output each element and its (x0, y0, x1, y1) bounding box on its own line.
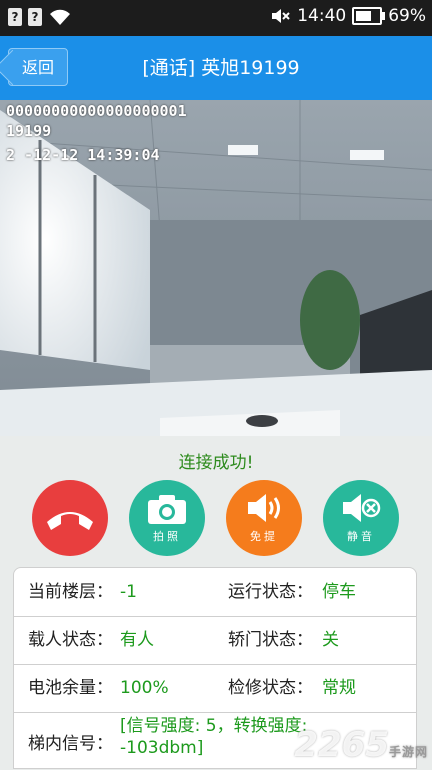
status-bar: ? ? 14:40 69% (0, 0, 432, 36)
battery-percent: 69% (388, 6, 426, 26)
battery-label: 电池余量： (28, 678, 113, 698)
osd-device-id: 00000000000000000001 (6, 102, 187, 120)
osd-timestamp: 2 -12-12 14:39:04 (6, 146, 160, 164)
floor-label: 当前楼层： (28, 582, 113, 602)
speaker-button[interactable]: 免提 (226, 480, 302, 556)
video-feed: 00000000000000000001 19199 2 -12-12 14:3… (0, 100, 432, 436)
wifi-icon (50, 9, 70, 25)
battery-value: 100% (120, 678, 169, 698)
hangup-button[interactable] (32, 480, 108, 556)
watermark-brand: 2265 (294, 725, 389, 765)
run-status-label: 运行状态： (228, 582, 313, 602)
info-row-battery: 电池余量： 100% 检修状态： 常规 (14, 664, 416, 713)
connection-status: 连接成功! (178, 453, 254, 473)
back-button-label: 返回 (21, 58, 54, 77)
speaker-icon (248, 494, 280, 522)
load-label: 载人状态： (28, 630, 113, 650)
signal-label: 梯内信号： (28, 734, 113, 754)
mute-button[interactable]: 静音 (323, 480, 399, 556)
info-row-load: 载人状态： 有人 轿门状态： 关 (14, 616, 416, 665)
site-watermark: 2265手游网 (294, 725, 428, 765)
door-status-label: 轿门状态： (228, 630, 313, 650)
phone-hangup-icon (47, 512, 93, 530)
camera-icon (148, 495, 186, 524)
floor-value: -1 (120, 582, 137, 602)
watermark-sub: 手游网 (388, 745, 428, 759)
maint-status-label: 检修状态： (228, 678, 313, 698)
osd-unit: 19199 (6, 122, 52, 140)
battery-icon (352, 7, 386, 25)
photo-label: 拍照 (153, 530, 181, 543)
title-bar: [通话] 英旭19199 返回 (0, 36, 432, 100)
speaker-label: 免提 (250, 530, 278, 543)
mute-volume-icon (272, 9, 290, 23)
photo-button[interactable]: 拍照 (129, 480, 205, 556)
clock: 14:40 (297, 6, 347, 26)
door-status-value: 关 (322, 630, 339, 650)
maint-status-value: 常规 (322, 678, 356, 698)
mute-icon (343, 494, 381, 522)
info-row-floor: 当前楼层： -1 运行状态： 停车 (14, 568, 416, 617)
sim1-icon: ? (8, 8, 22, 26)
mute-label: 静音 (347, 530, 375, 543)
run-status-value: 停车 (322, 582, 356, 602)
load-value: 有人 (120, 630, 154, 650)
back-button[interactable]: 返回 (8, 48, 68, 86)
sim2-icon: ? (28, 8, 42, 26)
